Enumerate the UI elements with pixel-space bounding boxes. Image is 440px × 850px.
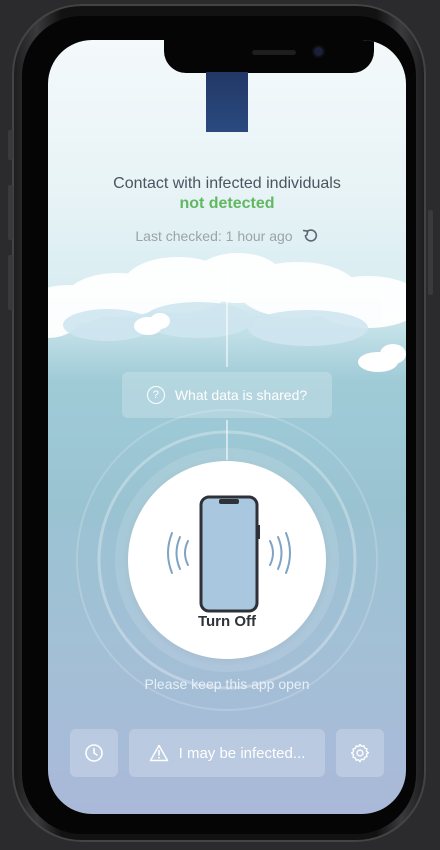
settings-button[interactable] [336, 729, 384, 777]
gear-icon [350, 743, 370, 763]
warning-triangle-icon [149, 744, 168, 762]
earpiece-speaker [252, 50, 296, 55]
front-camera [314, 47, 323, 56]
status-value: not detected [179, 195, 275, 212]
history-button[interactable] [70, 729, 118, 777]
flag-banner [206, 72, 248, 132]
what-data-shared-label: What data is shared? [174, 387, 308, 403]
app-screen: Contact with infected individuals not de… [48, 40, 406, 814]
keep-open-hint: Please keep this app open [144, 676, 310, 692]
refresh-icon[interactable] [301, 227, 319, 245]
report-infected-button[interactable]: I may be infected... [129, 729, 325, 777]
status-title: Contact with infected individuals [113, 175, 341, 192]
turn-off-label: Turn Off [197, 613, 257, 630]
divider-line-mid [226, 420, 228, 460]
mute-switch [8, 130, 13, 160]
clock-icon [85, 744, 103, 762]
volume-down-button [8, 255, 13, 310]
tracking-toggle-button[interactable]: Turn Off [128, 461, 326, 659]
last-checked: Last checked: 1 hour ago [48, 227, 406, 245]
volume-up-button [8, 185, 13, 240]
last-checked-text: Last checked: 1 hour ago [135, 228, 293, 244]
question-circle-icon: ? [146, 386, 165, 404]
divider-line-top [226, 272, 228, 367]
what-data-shared-button[interactable]: ? What data is shared? [122, 372, 332, 418]
device-notch [164, 40, 374, 73]
power-button [428, 210, 433, 295]
report-infected-label: I may be infected... [178, 744, 306, 762]
